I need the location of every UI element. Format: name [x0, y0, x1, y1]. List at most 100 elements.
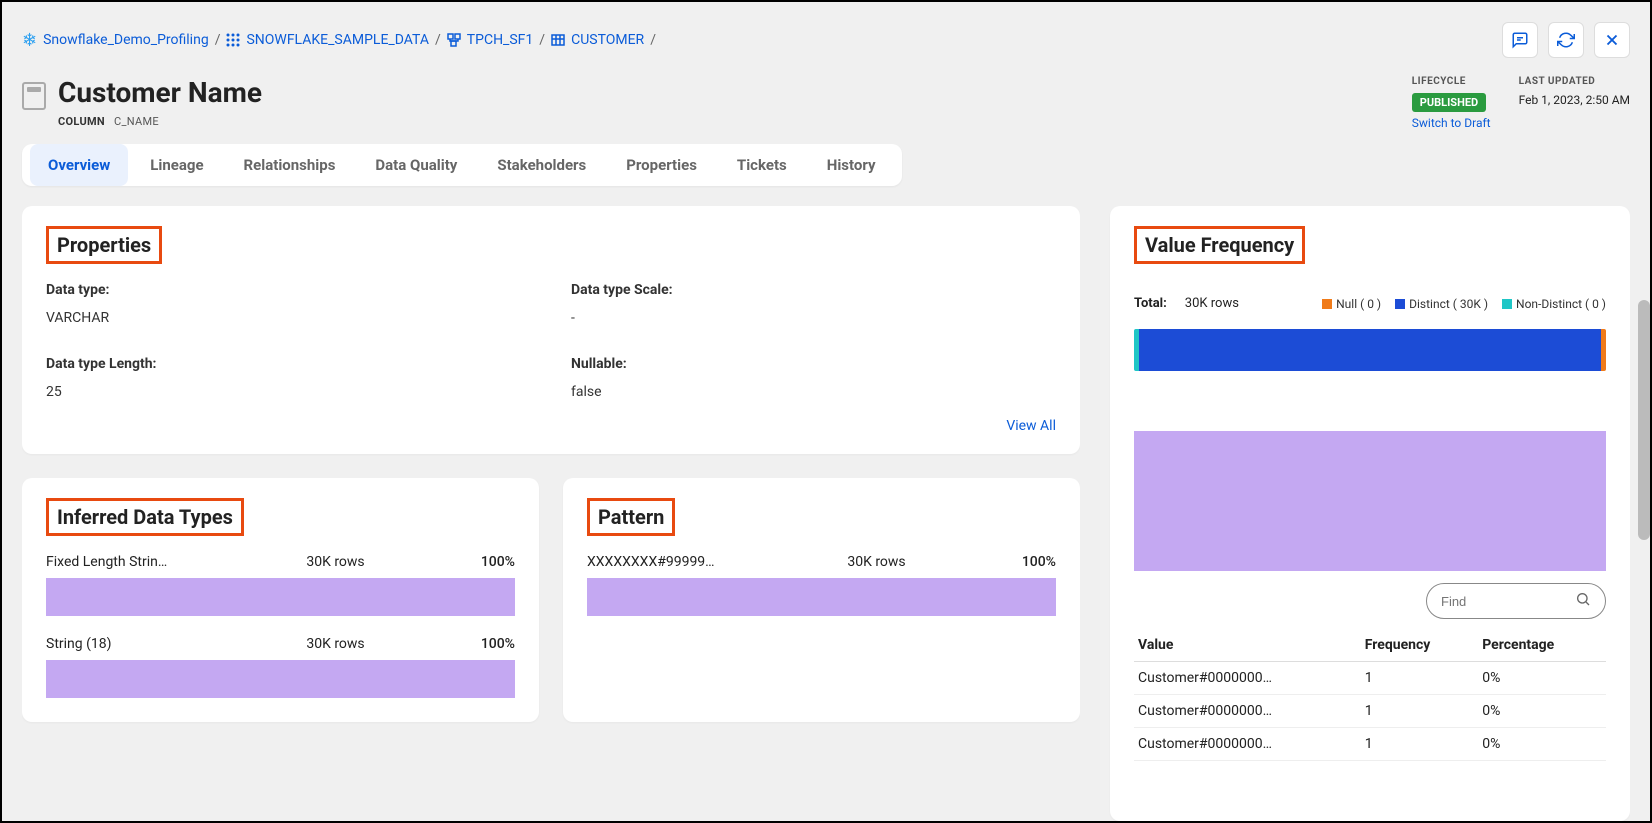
- type-label: COLUMN: [58, 115, 105, 128]
- table-icon: [551, 33, 565, 47]
- snowflake-icon: ❄: [22, 30, 37, 51]
- switch-to-draft-link[interactable]: Switch to Draft: [1412, 116, 1491, 130]
- page-subtitle: COLUMN C_NAME: [58, 115, 262, 128]
- prop-value: -: [571, 310, 1056, 326]
- pattern-pct: 100%: [986, 554, 1056, 570]
- vf-col-percentage: Percentage: [1478, 629, 1606, 662]
- prop-value: false: [571, 384, 1056, 400]
- tab-lineage[interactable]: Lineage: [132, 144, 221, 186]
- legend-null: Null ( 0 ): [1322, 297, 1381, 311]
- properties-card: Properties Data type: VARCHAR Data type …: [22, 206, 1080, 454]
- inferred-name: String (18): [46, 636, 226, 652]
- vf-cell-pct: 0%: [1478, 662, 1606, 695]
- pattern-count: 30K rows: [817, 554, 937, 570]
- vf-col-value: Value: [1134, 629, 1361, 662]
- find-input[interactable]: [1441, 594, 1561, 609]
- last-updated-block: LAST UPDATED Feb 1, 2023, 2:50 AM: [1519, 76, 1630, 130]
- schema-icon: [447, 33, 461, 47]
- pattern-row: XXXXXXXX#99999… 30K rows 100%: [587, 554, 1056, 570]
- vf-title: Value Frequency: [1134, 226, 1305, 264]
- breadcrumb-root[interactable]: Snowflake_Demo_Profiling: [43, 32, 209, 48]
- prop-value: VARCHAR: [46, 310, 531, 326]
- search-icon: [1575, 591, 1591, 611]
- page-header: Customer Name COLUMN C_NAME LIFECYCLE PU…: [22, 76, 1630, 130]
- breadcrumb-sep: /: [650, 32, 656, 48]
- inferred-row: String (18) 30K rows 100%: [46, 636, 515, 652]
- inferred-pct: 100%: [445, 554, 515, 570]
- inferred-types-card: Inferred Data Types Fixed Length Strin… …: [22, 478, 539, 722]
- legend-swatch-distinct: [1395, 299, 1405, 309]
- vf-col-frequency: Frequency: [1361, 629, 1478, 662]
- seg-null: [1601, 329, 1606, 371]
- vf-cell-value: Customer#0000000…: [1134, 695, 1361, 728]
- tab-stakeholders[interactable]: Stakeholders: [479, 144, 604, 186]
- vf-stats: Total: 30K rows Null ( 0 ) Distinct ( 30…: [1134, 296, 1606, 311]
- page-title: Customer Name: [58, 76, 262, 109]
- prop-datatype: Data type: VARCHAR: [46, 282, 531, 326]
- prop-label: Data type Length:: [46, 356, 531, 372]
- vf-cell-value: Customer#0000000…: [1134, 662, 1361, 695]
- tab-relationships[interactable]: Relationships: [226, 144, 354, 186]
- find-input-wrap[interactable]: [1426, 583, 1606, 619]
- properties-title: Properties: [46, 226, 162, 264]
- tab-history[interactable]: History: [809, 144, 894, 186]
- lifecycle-block: LIFECYCLE PUBLISHED Switch to Draft: [1412, 76, 1491, 130]
- breadcrumb-db[interactable]: SNOWFLAKE_SAMPLE_DATA: [246, 32, 429, 48]
- tab-data-quality[interactable]: Data Quality: [357, 144, 475, 186]
- vf-distribution-bar: [1134, 431, 1606, 571]
- column-icon: [22, 82, 46, 110]
- breadcrumb-schema[interactable]: TPCH_SF1: [467, 32, 534, 48]
- vf-row[interactable]: Customer#0000000… 1 0%: [1134, 662, 1606, 695]
- vf-legend: Null ( 0 ) Distinct ( 30K ) Non-Distinct…: [1322, 297, 1606, 311]
- inferred-row: Fixed Length Strin… 30K rows 100%: [46, 554, 515, 570]
- refresh-button[interactable]: [1548, 22, 1584, 58]
- breadcrumb-sep: /: [539, 32, 545, 48]
- value-frequency-card: Value Frequency Total: 30K rows Null ( 0…: [1110, 206, 1630, 821]
- vf-table: Value Frequency Percentage Customer#0000…: [1134, 629, 1606, 761]
- pattern-card: Pattern XXXXXXXX#99999… 30K rows 100%: [563, 478, 1080, 722]
- prop-label: Data type:: [46, 282, 531, 298]
- vf-stacked-bar: [1134, 329, 1606, 371]
- topbar-actions: [1502, 22, 1630, 58]
- vf-cell-pct: 0%: [1478, 728, 1606, 761]
- grid-icon: [226, 33, 240, 47]
- last-updated-label: LAST UPDATED: [1519, 76, 1630, 87]
- tabs: Overview Lineage Relationships Data Qual…: [22, 144, 902, 186]
- prop-value: 25: [46, 384, 531, 400]
- prop-nullable: Nullable: false: [571, 356, 1056, 400]
- inferred-bar: [46, 660, 515, 698]
- breadcrumb-sep: /: [435, 32, 441, 48]
- legend-swatch-null: [1322, 299, 1332, 309]
- vf-row[interactable]: Customer#0000000… 1 0%: [1134, 728, 1606, 761]
- legend-nondistinct: Non-Distinct ( 0 ): [1502, 297, 1606, 311]
- comment-button[interactable]: [1502, 22, 1538, 58]
- vf-cell-pct: 0%: [1478, 695, 1606, 728]
- vf-cell-freq: 1: [1361, 662, 1478, 695]
- close-button[interactable]: [1594, 22, 1630, 58]
- breadcrumb: ❄ Snowflake_Demo_Profiling / SNOWFLAKE_S…: [22, 30, 656, 51]
- legend-swatch-nondistinct: [1502, 299, 1512, 309]
- inferred-title: Inferred Data Types: [46, 498, 244, 536]
- inferred-pct: 100%: [445, 636, 515, 652]
- prop-label: Nullable:: [571, 356, 1056, 372]
- tab-tickets[interactable]: Tickets: [719, 144, 805, 186]
- pattern-bar: [587, 578, 1056, 616]
- inferred-name: Fixed Length Strin…: [46, 554, 226, 570]
- vf-row[interactable]: Customer#0000000… 1 0%: [1134, 695, 1606, 728]
- breadcrumb-table[interactable]: CUSTOMER: [571, 32, 644, 48]
- tab-overview[interactable]: Overview: [30, 144, 128, 186]
- vf-cell-freq: 1: [1361, 695, 1478, 728]
- legend-distinct: Distinct ( 30K ): [1395, 297, 1488, 311]
- last-updated-value: Feb 1, 2023, 2:50 AM: [1519, 93, 1630, 107]
- seg-distinct: [1139, 329, 1602, 371]
- view-all-link[interactable]: View All: [46, 418, 1056, 434]
- vf-cell-freq: 1: [1361, 728, 1478, 761]
- scrollbar[interactable]: [1638, 300, 1650, 540]
- status-badge: PUBLISHED: [1412, 93, 1486, 112]
- inferred-count: 30K rows: [276, 636, 396, 652]
- tab-properties[interactable]: Properties: [608, 144, 715, 186]
- pattern-name: XXXXXXXX#99999…: [587, 554, 767, 570]
- prop-length: Data type Length: 25: [46, 356, 531, 400]
- pattern-title: Pattern: [587, 498, 675, 536]
- prop-label: Data type Scale:: [571, 282, 1056, 298]
